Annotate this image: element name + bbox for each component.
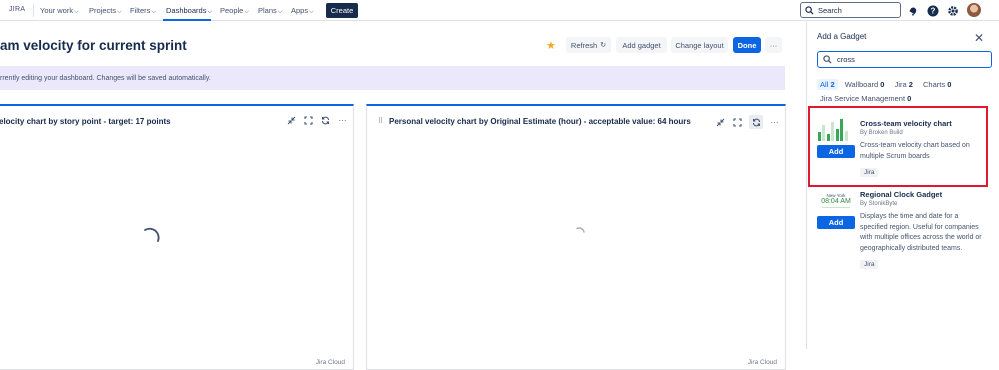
refresh-icon[interactable] [749, 115, 763, 129]
nav-label: Your work [40, 6, 74, 15]
highlight-box [808, 106, 988, 187]
nav-label: Projects [89, 6, 117, 15]
nav-dashboards[interactable]: Dashboards⌵ [166, 6, 212, 16]
category-filters: All 2 Wallboard 0 Jira 2 Charts 0 Jira S… [817, 79, 995, 104]
filter-label: Wallboard [844, 80, 879, 89]
svg-text:?: ? [930, 6, 935, 15]
add-gadget-button[interactable]: Add gadget [616, 37, 667, 53]
clock-thumbnail: New York 08:04 AM [819, 193, 853, 208]
fullscreen-icon[interactable] [732, 117, 743, 128]
dashboard-main: am velocity for current sprint ★ Refresh… [0, 22, 806, 370]
refresh-label: Refresh [570, 40, 598, 50]
chevron-down-icon: ⌵ [244, 9, 249, 15]
gadget-title: elocity chart by story point - target: 1… [0, 117, 171, 126]
chevron-down-icon: ⌵ [74, 9, 79, 15]
chevron-down-icon: ⌵ [151, 9, 156, 15]
filter-count: 0 [947, 80, 952, 89]
refresh-icon[interactable] [320, 115, 331, 126]
jira-logo[interactable]: JIRA [9, 6, 25, 13]
gadget-description: Displays the time and date for a specifi… [860, 213, 982, 252]
loading-spinner-icon [576, 227, 585, 233]
filter-charts[interactable]: Charts 0 [920, 79, 954, 90]
user-avatar[interactable] [967, 3, 981, 17]
gadget-source: Jira Cloud [315, 359, 345, 366]
star-icon[interactable]: ★ [546, 39, 556, 52]
filter-count: 0 [880, 80, 885, 89]
notifications-icon[interactable] [906, 4, 919, 17]
clock-underline [822, 207, 850, 208]
clock-time: 08:04 AM [821, 198, 851, 205]
refresh-icon: ↻ [600, 42, 607, 49]
fullscreen-icon[interactable] [303, 115, 314, 126]
filter-count: 0 [907, 94, 912, 103]
nav-plans[interactable]: Plans⌵ [258, 6, 282, 16]
gadget-toolbar: ··· [715, 115, 780, 129]
filter-wallboard[interactable]: Wallboard 0 [842, 79, 888, 90]
close-icon[interactable]: ✕ [974, 31, 984, 45]
filter-label: Jira Service Management [820, 94, 906, 103]
gadget-source: Jira Cloud [747, 359, 777, 366]
drag-handle-icon[interactable]: ⠿ [378, 117, 383, 125]
panel-title: Add a Gadget [817, 32, 867, 41]
chevron-down-icon: ⌵ [207, 9, 213, 15]
nav-label: Apps [291, 6, 309, 15]
more-icon[interactable]: ··· [769, 117, 780, 128]
banner-text: rrently editing your dashboard. Changes … [0, 74, 211, 82]
gadget-toolbar: ··· [286, 115, 348, 126]
minimize-icon[interactable] [286, 115, 297, 126]
done-button[interactable]: Done [733, 37, 761, 53]
nav-label: People [220, 6, 244, 15]
nav-label: Filters [130, 6, 151, 15]
gadget-search-input[interactable]: cross [817, 51, 992, 68]
nav-people[interactable]: People⌵ [220, 6, 249, 16]
search-icon [805, 5, 814, 15]
gadget-result-regional-clock: New York 08:04 AM Regional Clock Gadget … [817, 190, 989, 275]
chevron-down-icon: ⌵ [309, 9, 314, 15]
search-value: cross [837, 55, 855, 64]
filter-label: Jira [894, 80, 907, 89]
chevron-down-icon: ⌵ [117, 9, 122, 15]
active-nav-indicator [163, 19, 211, 21]
settings-gear-icon[interactable] [946, 4, 959, 17]
gadget-vendor: By StonikByte [860, 201, 898, 207]
loading-spinner-icon [144, 227, 160, 242]
gadget-tag: Jira [860, 260, 879, 269]
help-icon[interactable]: ? [926, 4, 939, 17]
gadget-name: Regional Clock Gadget [860, 190, 943, 199]
divider [33, 4, 34, 17]
filter-jira-service-management[interactable]: Jira Service Management 0 [817, 93, 914, 104]
nav-apps[interactable]: Apps⌵ [291, 6, 314, 16]
filter-label: All [820, 80, 829, 89]
more-actions-button[interactable]: ··· [765, 37, 782, 53]
more-icon[interactable]: ··· [337, 115, 348, 126]
gadget-velocity-story-point: elocity chart by story point - target: 1… [0, 104, 354, 370]
chevron-down-icon: ⌵ [277, 9, 283, 15]
nav-projects[interactable]: Projects⌵ [89, 6, 122, 16]
minimize-icon[interactable] [715, 117, 726, 128]
page-title: am velocity for current sprint [0, 38, 187, 53]
global-search-input[interactable]: Search [800, 2, 901, 18]
change-layout-button[interactable]: Change layout [671, 37, 728, 53]
nav-label: Plans [258, 6, 277, 15]
nav-label: Dashboards [166, 6, 207, 15]
editing-banner: rrently editing your dashboard. Changes … [0, 66, 785, 90]
gadget-title: Personal velocity chart by Original Esti… [389, 117, 691, 126]
filter-count: 2 [908, 80, 913, 89]
refresh-button[interactable]: Refresh ↻ [566, 37, 611, 53]
nav-filters[interactable]: Filters⌵ [130, 6, 156, 16]
create-button[interactable]: Create [326, 3, 358, 18]
filter-label: Charts [923, 80, 946, 89]
search-icon [823, 55, 832, 64]
filter-count: 2 [830, 80, 835, 89]
top-navigation-bar: JIRA Your work⌵ Projects⌵ Filters⌵ Dashb… [0, 0, 999, 21]
search-placeholder: Search [818, 5, 842, 15]
add-gadget-button[interactable]: Add [817, 216, 855, 229]
filter-all[interactable]: All 2 [817, 79, 838, 90]
gadget-personal-velocity: ⠿ Personal velocity chart by Original Es… [366, 104, 786, 370]
filter-jira[interactable]: Jira 2 [892, 79, 916, 90]
nav-your-work[interactable]: Your work⌵ [40, 6, 79, 16]
